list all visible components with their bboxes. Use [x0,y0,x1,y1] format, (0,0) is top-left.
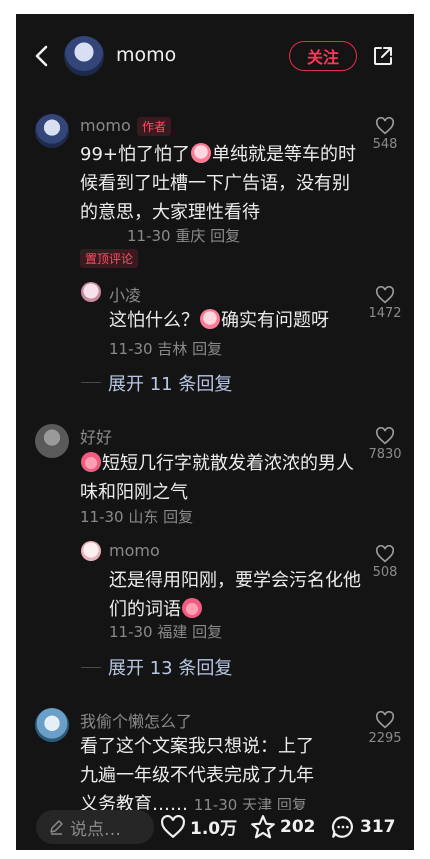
like-count: 548 [372,137,398,152]
commenter-name[interactable]: momo [109,541,160,560]
expand-replies-button[interactable]: 展开 11 条回复 [108,370,232,396]
comment-text[interactable]: 99+怕了怕了 单纯就是等车的时候看到了吐槽一下广告语，没有别的意思，大家理性看待 [80,140,358,227]
comment-meta[interactable]: 11-30 福建 回复 [109,621,222,642]
comments-button[interactable]: 317 [330,814,396,840]
pinned-badge: 置顶评论 [80,249,139,268]
author-badge: 作者 [137,117,172,136]
commenter-avatar[interactable] [35,708,69,742]
comment-meta[interactable]: 11-30 山东 回复 [80,506,193,527]
commenter-name[interactable]: 我偷个懒怎么了 [80,708,192,732]
like-count: 2295 [368,731,402,746]
post-like-count: 1.0万 [190,819,238,839]
star-icon [251,815,275,839]
like-count: 7830 [368,447,402,462]
expand-divider [81,667,101,668]
comment-input-placeholder: 说点… [70,819,121,840]
like-button[interactable]: 508 [365,545,405,580]
like-count: 508 [372,565,398,580]
crying-emoji-icon [200,309,220,329]
favorite-button[interactable]: 202 [250,814,316,840]
expand-replies-button[interactable]: 展开 13 条回复 [108,654,232,680]
like-button[interactable]: 7830 [365,427,405,462]
heart-icon [375,117,395,135]
heart-icon [375,711,395,729]
comment-meta[interactable]: 11-30 重庆 回复 [127,225,240,246]
like-button[interactable]: 548 [365,117,405,152]
favorite-count: 202 [280,817,316,837]
comment-count: 317 [360,817,396,837]
commenter-name[interactable]: momo [80,116,131,135]
follow-button[interactable]: 关注 [289,41,357,71]
blushing-emoji-icon [81,452,101,472]
author-avatar[interactable] [64,36,104,76]
commenter-name[interactable]: 好好 [80,424,112,448]
commenter-name[interactable]: 小凌 [109,282,141,306]
back-arrow-icon[interactable] [32,44,52,68]
heart-icon [375,286,395,304]
like-post-button[interactable]: 1.0万 [160,814,237,839]
commenter-avatar[interactable] [35,424,69,458]
comment-input[interactable]: 说点… [36,810,154,844]
crying-emoji-icon [191,143,211,163]
heart-icon [375,427,395,445]
like-button[interactable]: 1472 [365,286,405,321]
heart-icon [375,545,395,563]
comment-text[interactable]: 这怕什么？ 确实有问题呀 [109,306,361,335]
heart-icon [161,814,185,838]
top-bar: momo 关注 [16,14,414,96]
comment-bubble-icon [331,816,353,838]
expand-divider [81,382,101,383]
commenter-avatar[interactable] [81,541,101,561]
pencil-icon [50,820,63,835]
bottom-bar: 说点… 1.0万 202 317 [16,810,414,850]
share-icon[interactable] [372,45,394,67]
author-name[interactable]: momo [116,44,176,66]
like-button[interactable]: 2295 [365,711,405,746]
like-count: 1472 [368,306,402,321]
comment-text[interactable]: 看了这个文案我只想说：上了 九遍一年级不代表完成了九年 义务教育…… 11-30… [80,732,370,820]
comment-text[interactable]: 还是得用阳刚，要学会污名化他们的词语 [109,566,361,624]
commenter-avatar[interactable] [35,114,69,148]
comment-text[interactable]: 短短几行字就散发着浓浓的男人味和阳刚之气 [80,449,360,507]
phone-screen: momo 关注 momo 作者 99+怕了怕了 单纯就是等车的时候看到了吐槽一下广… [16,14,414,850]
commenter-avatar[interactable] [81,282,101,302]
comment-meta[interactable]: 11-30 吉林 回复 [109,338,222,359]
blushing-emoji-icon [182,598,202,618]
